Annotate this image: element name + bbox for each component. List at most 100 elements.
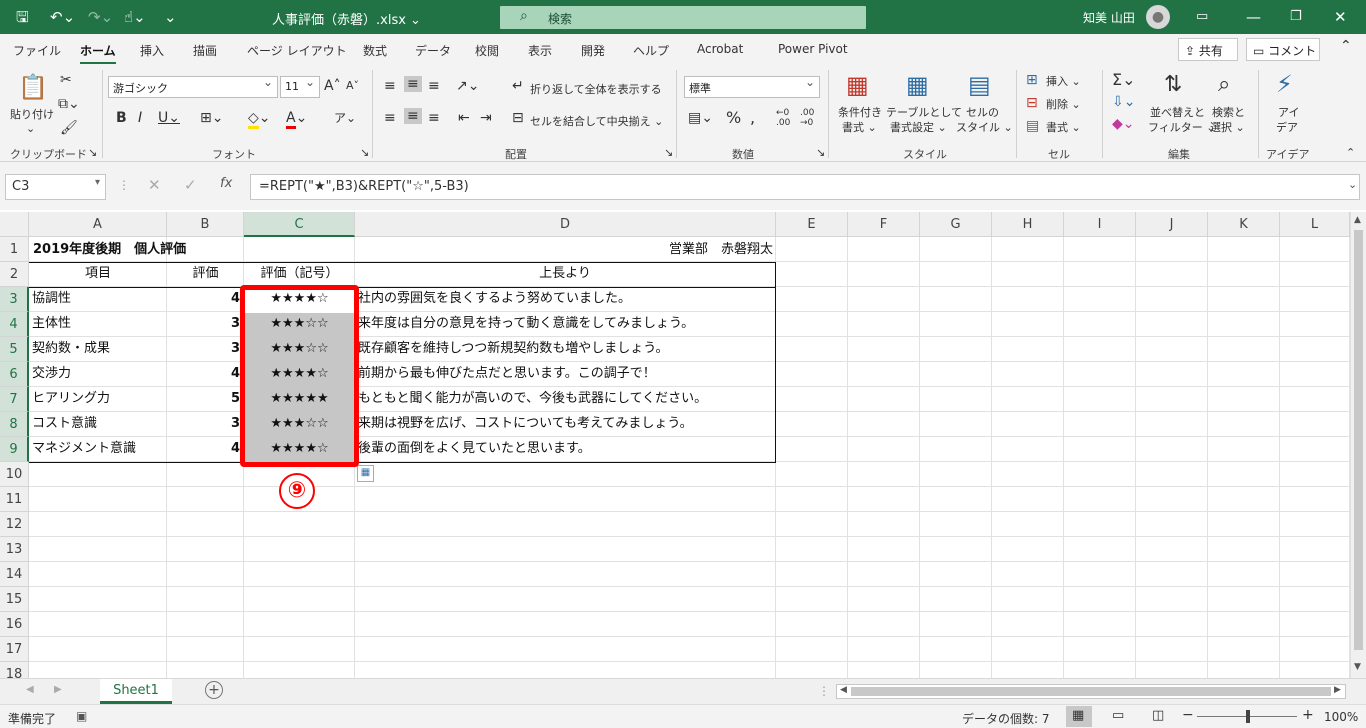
bold-icon[interactable]: B <box>116 110 127 126</box>
tab-page-layout[interactable]: ページ レイアウト <box>247 42 347 59</box>
tab-review[interactable]: 校閲 <box>475 42 499 59</box>
cut-icon[interactable]: ✂ <box>60 72 72 88</box>
row-header-2[interactable]: 2 <box>0 262 29 287</box>
cell-D1-department[interactable]: 営業部 赤磐翔太 <box>560 237 773 262</box>
merge-icon[interactable]: ⊟ <box>512 110 524 126</box>
header-comment[interactable]: 上長より <box>355 262 775 286</box>
paste-dropdown-icon[interactable]: ⌄ <box>26 122 35 135</box>
align-bottom-icon[interactable]: ≡ <box>428 78 440 94</box>
tab-formulas[interactable]: 数式 <box>363 42 387 59</box>
close-icon[interactable]: ✕ <box>1334 8 1347 26</box>
customize-qat-icon[interactable]: ⌄ <box>164 8 177 26</box>
merge-center-button[interactable]: セルを結合して中央揃え ⌄ <box>530 113 663 129</box>
conditional-format-icon[interactable]: ▦ <box>846 72 869 98</box>
prev-sheet-icon[interactable]: ◀ <box>26 684 34 695</box>
find-select-label-2[interactable]: 選択 ⌄ <box>1210 119 1245 135</box>
font-grow-icon[interactable]: A˄ <box>324 78 341 94</box>
scroll-left-icon[interactable]: ◀ <box>840 685 847 695</box>
vertical-scroll-thumb[interactable] <box>1354 230 1363 650</box>
fill-color-icon[interactable]: ◇⌄ <box>248 110 271 129</box>
tab-file[interactable]: ファイル <box>13 42 61 59</box>
row-header-11[interactable]: 11 <box>0 487 29 512</box>
border-icon[interactable]: ⊞⌄ <box>200 110 223 126</box>
accounting-icon[interactable]: ▤⌄ <box>688 110 713 126</box>
horizontal-scroll-thumb[interactable] <box>851 687 1331 696</box>
comment-button[interactable]: ▭ コメント <box>1246 38 1320 61</box>
comma-icon[interactable]: , <box>750 110 755 126</box>
copy-icon[interactable]: ⧉⌄ <box>58 96 80 112</box>
fill-icon[interactable]: ⇩⌄ <box>1112 94 1135 110</box>
restore-icon[interactable]: ❐ <box>1290 8 1302 26</box>
format-cells-icon[interactable]: ▤ <box>1026 118 1039 134</box>
conditional-format-label-1[interactable]: 条件付き <box>838 104 882 120</box>
cell-item[interactable]: 協調性 <box>32 287 166 311</box>
column-header-d[interactable]: D <box>355 212 776 237</box>
wrap-text-button[interactable]: 折り返して全体を表示する <box>530 81 662 97</box>
worksheet-grid[interactable]: ABCDEFGHIJKL 1 2 3 4 5 6 7 8 9 10 11 12 13 14 15 16 17 18… <box>0 212 1350 678</box>
cell-score[interactable]: 5 <box>167 387 240 411</box>
cell-styles-label-1[interactable]: セルの <box>966 104 999 120</box>
enter-formula-icon[interactable]: ✓ <box>184 176 197 194</box>
underline-icon[interactable]: U⌄ <box>158 110 180 126</box>
cell-styles-icon[interactable]: ▤ <box>968 72 991 98</box>
number-format-combo[interactable]: 標準 <box>684 75 820 98</box>
header-stars[interactable]: 評価（記号） <box>244 262 355 286</box>
row-header-8[interactable]: 8 <box>0 412 29 437</box>
header-score[interactable]: 評価 <box>167 262 244 286</box>
cell-score[interactable]: 4 <box>167 287 240 311</box>
row-header-10[interactable]: 10 <box>0 462 29 487</box>
row-header-16[interactable]: 16 <box>0 612 29 637</box>
column-header-b[interactable]: B <box>167 212 244 237</box>
page-break-view-icon[interactable]: ◫ <box>1152 708 1164 723</box>
insert-function-icon[interactable]: fx <box>220 176 232 191</box>
sheet-tab-sheet1[interactable]: Sheet1 <box>100 679 172 704</box>
row-header-14[interactable]: 14 <box>0 562 29 587</box>
tab-split-grip-icon[interactable]: ⋮ <box>818 684 830 698</box>
zoom-slider-thumb[interactable] <box>1246 710 1250 723</box>
tab-home[interactable]: ホーム <box>80 42 116 65</box>
header-item[interactable]: 項目 <box>29 262 167 286</box>
row-header-15[interactable]: 15 <box>0 587 29 612</box>
row-header-3[interactable]: 3 <box>0 287 29 312</box>
font-name-combo[interactable]: 游ゴシック <box>108 75 278 98</box>
cell-item[interactable]: 交渉力 <box>32 362 166 386</box>
vertical-scrollbar[interactable]: ▲ ▼ <box>1350 212 1366 678</box>
sort-filter-label-1[interactable]: 並べ替えと <box>1150 104 1205 120</box>
decrease-indent-icon[interactable]: ⇤ <box>458 110 470 126</box>
cell-item[interactable]: ヒアリング力 <box>32 387 166 411</box>
minimize-icon[interactable]: — <box>1246 8 1261 26</box>
italic-icon[interactable]: I <box>138 110 142 126</box>
row-header-4[interactable]: 4 <box>0 312 29 337</box>
tab-power-pivot[interactable]: Power Pivot <box>778 42 848 56</box>
name-box-dropdown-icon[interactable]: ▾ <box>95 177 100 188</box>
cell-comment[interactable]: 社内の雰囲気を良くするよう努めていました。 <box>358 287 778 311</box>
ideas-icon[interactable]: ⚡ <box>1276 70 1293 98</box>
row-header-1[interactable]: 1 <box>0 237 29 262</box>
macro-record-icon[interactable]: ▣ <box>76 709 87 723</box>
zoom-in-icon[interactable]: + <box>1302 707 1314 723</box>
format-as-table-label-2[interactable]: 書式設定 ⌄ <box>890 119 947 135</box>
undo-icon[interactable]: ↶⌄ <box>50 8 75 26</box>
cell-score[interactable]: 3 <box>167 412 240 436</box>
autosum-icon[interactable]: Σ⌄ <box>1112 72 1136 88</box>
clipboard-launcher-icon[interactable]: ↘ <box>88 146 97 159</box>
cell-A1-title[interactable]: 2019年度後期 個人評価 <box>33 237 186 262</box>
ribbon-display-icon[interactable]: ▭ <box>1196 8 1208 26</box>
format-cells-button[interactable]: 書式 ⌄ <box>1046 119 1081 135</box>
cell-item[interactable]: 契約数・成果 <box>32 337 166 361</box>
cell-item[interactable]: 主体性 <box>32 312 166 336</box>
cell-item[interactable]: マネジメント意識 <box>32 437 166 461</box>
font-launcher-icon[interactable]: ↘ <box>360 146 369 159</box>
cell-score[interactable]: 3 <box>167 312 240 336</box>
row-header-13[interactable]: 13 <box>0 537 29 562</box>
zoom-level[interactable]: 100% <box>1324 710 1358 724</box>
column-header-k[interactable]: K <box>1208 212 1280 237</box>
column-header-f[interactable]: F <box>848 212 920 237</box>
find-select-icon[interactable]: ⌕ <box>1218 72 1230 98</box>
number-launcher-icon[interactable]: ↘ <box>816 146 825 159</box>
clear-icon[interactable]: ◆⌄ <box>1112 116 1135 132</box>
row-header-6[interactable]: 6 <box>0 362 29 387</box>
collapse-ribbon-icon[interactable]: ⌃ <box>1340 38 1352 54</box>
column-header-j[interactable]: J <box>1136 212 1208 237</box>
orientation-icon[interactable]: ↗⌄ <box>456 78 479 94</box>
